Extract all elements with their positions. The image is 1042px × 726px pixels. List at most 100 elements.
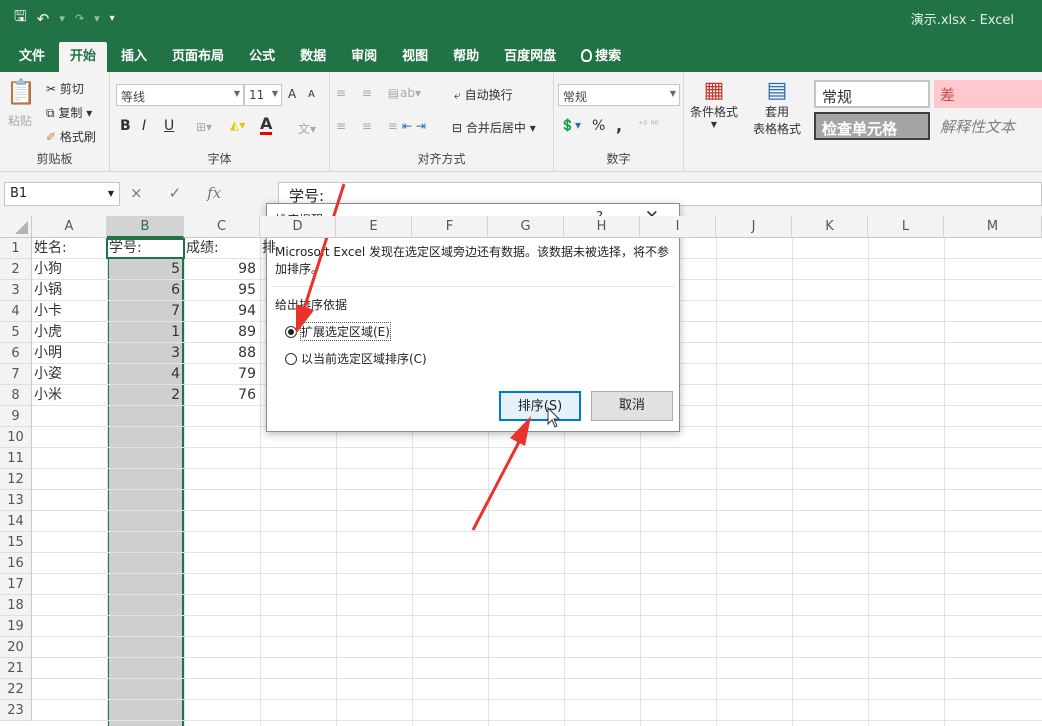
column-header-b[interactable]: B [107,216,184,238]
border-icon[interactable]: ⊞▾ [196,120,212,134]
cut-button[interactable]: ✂ 剪切 [46,80,84,97]
cell-c8[interactable]: 76 [186,385,260,406]
row-header[interactable]: 2 [0,259,32,280]
wrap-text-button[interactable]: ⤶ 自动换行 [454,86,513,103]
row-header[interactable]: 22 [0,679,32,700]
column-header-d[interactable]: D [260,216,336,238]
number-format-select[interactable]: 常规 ▼ [558,84,680,106]
cell-a2[interactable]: 小狗 [34,259,107,280]
shrink-font-button[interactable]: A [308,89,315,100]
copy-button[interactable]: ⧉ 复制 ▾ [46,104,92,121]
column-header-e[interactable]: E [336,216,412,238]
font-size-select[interactable]: 11 ▼ [244,84,282,106]
tab-file[interactable]: 文件 [8,42,56,72]
row-header[interactable]: 15 [0,532,32,553]
column-header-f[interactable]: F [412,216,488,238]
column-header-a[interactable]: A [32,216,107,238]
style-check-cell[interactable]: 检查单元格 [814,112,930,140]
cell-b1[interactable]: 学号: [109,238,184,259]
column-header-g[interactable]: G [488,216,564,238]
tab-search[interactable]: 搜索 [570,42,632,72]
percent-button[interactable]: % [592,118,605,134]
format-painter-button[interactable]: ✐ 格式刷 [46,128,96,145]
font-name-select[interactable]: 等线 ▼ [116,84,244,106]
tab-view[interactable]: 视图 [391,42,439,72]
column-header-m[interactable]: M [944,216,1042,238]
radio-expand-selection[interactable]: 扩展选定区域(E) [285,322,391,341]
tab-help[interactable]: 帮助 [442,42,490,72]
cell-d1[interactable]: 排 [262,238,276,259]
style-normal[interactable]: 常规 [814,80,930,108]
cell-c6[interactable]: 88 [186,343,260,364]
row-header[interactable]: 9 [0,406,32,427]
row-header[interactable]: 8 [0,385,32,406]
tab-page-layout[interactable]: 页面布局 [161,42,235,72]
cell-a5[interactable]: 小虎 [34,322,107,343]
merge-center-button[interactable]: ⊟ 合并后居中 ▾ [452,119,536,136]
tab-insert[interactable]: 插入 [110,42,158,72]
row-header[interactable]: 20 [0,637,32,658]
row-header[interactable]: 21 [0,658,32,679]
tab-formulas[interactable]: 公式 [238,42,286,72]
tab-baidu-netdisk[interactable]: 百度网盘 [493,42,567,72]
cell-a7[interactable]: 小姿 [34,364,107,385]
row-header[interactable]: 6 [0,343,32,364]
paste-icon[interactable]: 📋 [6,78,36,106]
tab-data[interactable]: 数据 [289,42,337,72]
style-bad[interactable]: 差 [934,80,1042,108]
grow-font-button[interactable]: A [288,87,296,101]
currency-icon[interactable]: 💲▾ [560,118,581,132]
name-box[interactable]: B1 ▼ [4,182,120,206]
cancel-icon[interactable]: × [130,184,143,202]
row-header[interactable]: 10 [0,427,32,448]
cell-b8[interactable]: 2 [109,385,184,406]
column-header-l[interactable]: L [868,216,944,238]
align-top-icons[interactable]: ≡ ≡ ▤ [336,86,405,100]
row-header[interactable]: 13 [0,490,32,511]
cell-c2[interactable]: 98 [186,259,260,280]
cell-c7[interactable]: 79 [186,364,260,385]
cell-a8[interactable]: 小米 [34,385,107,406]
row-header[interactable]: 4 [0,301,32,322]
row-header[interactable]: 18 [0,595,32,616]
font-color-button[interactable]: A [260,116,273,135]
redo-icon[interactable]: ↷ [75,12,84,25]
fill-color-icon[interactable]: ◭▾ [230,118,245,132]
sort-button[interactable]: 排序(S) [499,391,581,421]
row-header[interactable]: 11 [0,448,32,469]
format-as-table-button[interactable]: ▤ 套用 表格格式 [744,78,810,137]
bold-button[interactable]: B [120,118,131,134]
cell-b5[interactable]: 1 [109,322,184,343]
row-header[interactable]: 5 [0,322,32,343]
cell-c3[interactable]: 95 [186,280,260,301]
row-header[interactable]: 7 [0,364,32,385]
tab-review[interactable]: 审阅 [340,42,388,72]
conditional-format-button[interactable]: ▦ 条件格式 ▼ [686,78,742,129]
radio-current-selection[interactable]: 以当前选定区域排序(C) [285,350,427,367]
cell-c4[interactable]: 94 [186,301,260,322]
cell-b7[interactable]: 4 [109,364,184,385]
row-header[interactable]: 14 [0,511,32,532]
decimal-icons[interactable]: ⁺⁰ ⁰⁰ [638,120,658,131]
save-icon[interactable]: 🖫 [14,6,27,31]
comma-button[interactable]: , [616,116,622,135]
column-header-j[interactable]: J [716,216,792,238]
phonetic-icon[interactable]: 文▾ [298,120,316,137]
column-header-h[interactable]: H [564,216,640,238]
column-header-i[interactable]: I [640,216,716,238]
orientation-icon[interactable]: ab▾ [400,86,421,100]
insert-function-icon[interactable]: fx [207,184,221,202]
cell-c5[interactable]: 89 [186,322,260,343]
italic-button[interactable]: I [142,118,146,134]
row-header[interactable]: 17 [0,574,32,595]
undo-dropdown-icon[interactable]: ▾ [59,12,65,25]
row-header[interactable]: 12 [0,469,32,490]
cell-a1[interactable]: 姓名: [34,238,107,259]
cell-b2[interactable]: 5 [109,259,184,280]
paste-button[interactable]: 粘贴 [8,112,32,129]
cancel-button[interactable]: 取消 [591,391,673,421]
align-left-icons[interactable]: ≡ ≡ ≡ [336,119,404,133]
redo-dropdown-icon[interactable]: ▾ [94,12,100,25]
tab-home[interactable]: 开始 [59,42,108,72]
select-all-corner[interactable] [0,216,32,238]
